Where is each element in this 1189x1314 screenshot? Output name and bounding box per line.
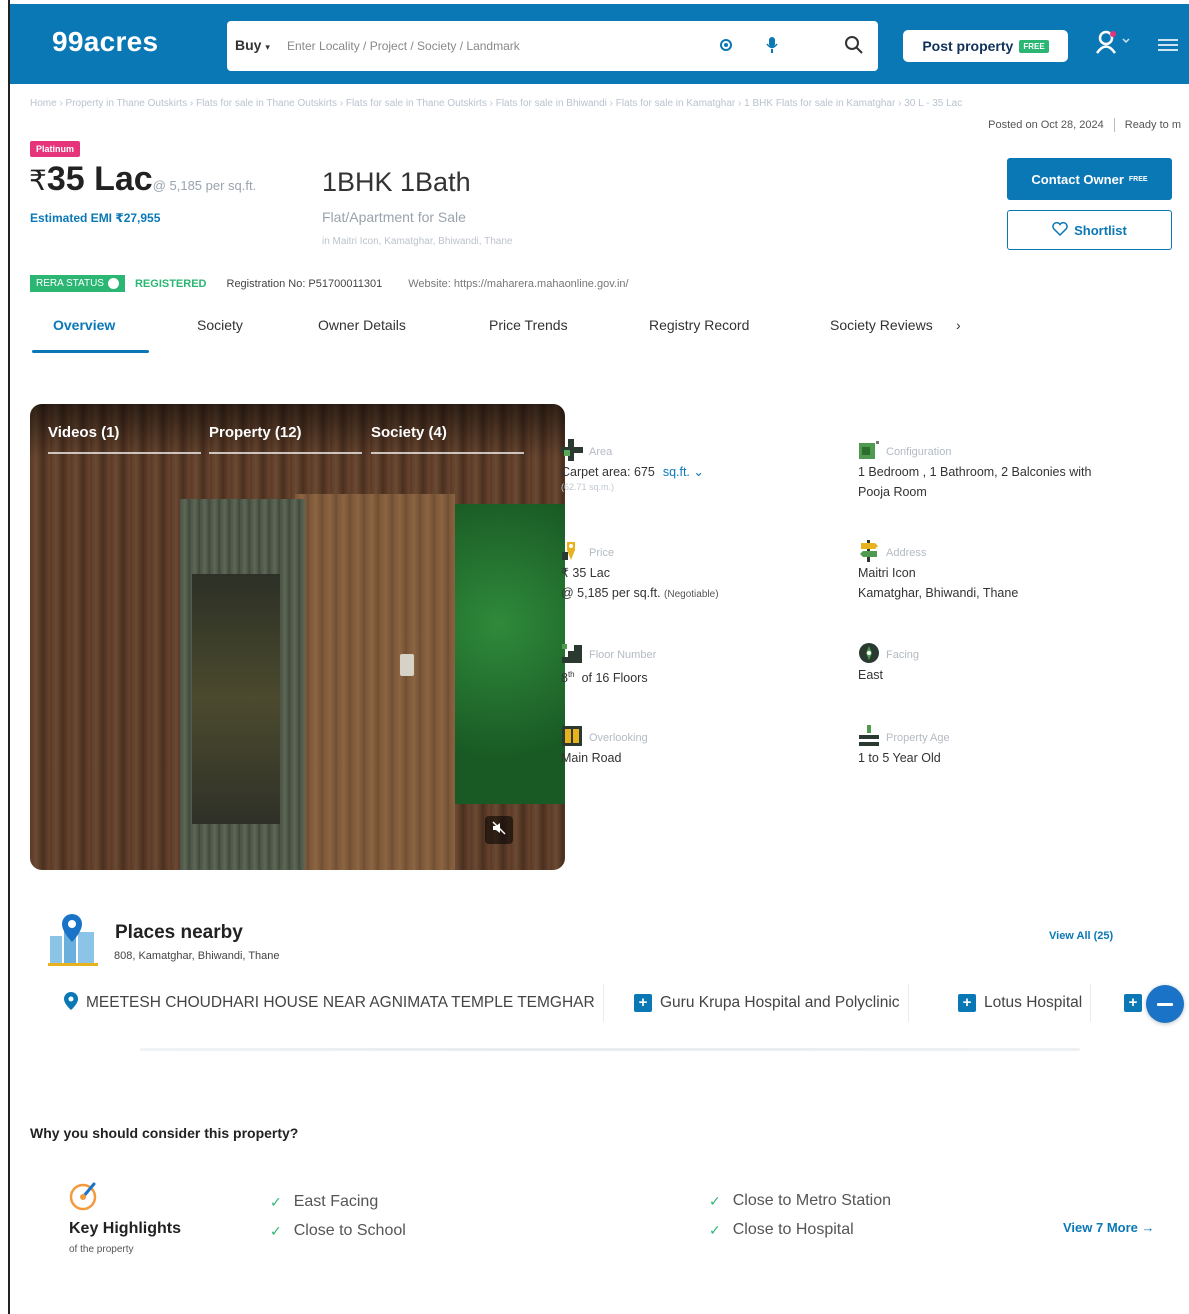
tab-overview[interactable]: Overview	[53, 317, 115, 333]
key-highlights-icon	[68, 1180, 100, 1217]
view-more-highlights-link[interactable]: View 7 More →	[1063, 1220, 1155, 1235]
property-type: Flat/Apartment for Sale	[322, 209, 466, 225]
registration-number: Registration No: P51700011301	[226, 277, 383, 290]
chevron-down-icon: ⌄	[693, 465, 704, 479]
microphone-icon[interactable]	[761, 34, 783, 56]
hospital-plus-icon: +	[634, 994, 652, 1012]
search-bar: Buy ▾	[227, 21, 878, 71]
post-property-button[interactable]: Post property FREE	[903, 30, 1068, 62]
speaker-muted-icon	[492, 820, 506, 840]
hamburger-menu-icon[interactable]	[1158, 37, 1178, 58]
posted-info: Posted on Oct 28, 2024 Ready to m	[988, 118, 1181, 132]
places-nearby-title: Places nearby	[115, 922, 243, 943]
places-nearby-icon	[48, 914, 98, 971]
rera-badge: RERA STATUS	[30, 275, 125, 292]
tab-price-trends[interactable]: Price Trends	[489, 317, 568, 333]
detail-facing: Facing East	[858, 642, 1158, 685]
minus-icon	[1157, 1002, 1173, 1006]
search-input[interactable]	[287, 33, 707, 59]
price: ₹35 Lac@ 5,185 per sq.ft.	[29, 160, 257, 198]
property-title: 1BHK 1Bath	[322, 167, 471, 197]
detail-address: Address Maitri Icon Kamatghar, Bhiwandi,…	[858, 539, 1158, 603]
nearby-place-chip[interactable]: + Lotus Hospital	[958, 984, 1092, 1022]
section-tabs: Overview Society Owner Details Price Tre…	[30, 311, 970, 355]
media-tabs: Videos (1) Property (12) Society (4)	[30, 404, 565, 459]
etched-glass-panel	[192, 574, 280, 824]
horizontal-scrollbar[interactable]	[140, 1048, 1080, 1051]
detail-overlooking: Overlooking Main Road	[561, 725, 861, 768]
media-tab-property[interactable]: Property (12)	[209, 424, 302, 441]
buy-dropdown[interactable]: Buy ▾	[235, 37, 270, 53]
tab-society[interactable]: Society	[197, 317, 243, 333]
property-location: in Maitri Icon, Kamatghar, Bhiwandi, Tha…	[322, 236, 513, 247]
contact-owner-button[interactable]: Contact Owner FREE	[1007, 158, 1172, 200]
rera-row: RERA STATUS REGISTERED Registration No: …	[30, 275, 629, 292]
search-icon[interactable]	[843, 34, 865, 56]
nearby-place-chip[interactable]: MEETESH CHOUDHARI HOUSE NEAR AGNIMATA TE…	[64, 984, 604, 1022]
media-tab-society[interactable]: Society (4)	[371, 424, 447, 441]
platinum-badge: Platinum	[30, 141, 81, 157]
checkmark-icon: ✓	[270, 1193, 282, 1210]
tab-owner-details[interactable]: Owner Details	[318, 317, 406, 333]
media-tab-videos[interactable]: Videos (1)	[48, 424, 119, 441]
wood-panel	[295, 494, 455, 870]
media-gallery[interactable]: Videos (1) Property (12) Society (4)	[30, 404, 565, 870]
tab-society-reviews[interactable]: Society Reviews	[830, 317, 933, 333]
detail-area: Area Carpet area: 675 sq.ft. ⌄ (62.71 sq.…	[561, 438, 861, 492]
detail-configuration: Configuration 1 Bedroom , 1 Bathroom, 2 …	[858, 440, 1158, 502]
location-pin-icon	[64, 991, 78, 1015]
green-wall	[455, 504, 565, 804]
places-nearby-address: 808, Kamatghar, Bhiwandi, Thane	[114, 950, 280, 962]
breadcrumb[interactable]: Home › Property in Thane Outskirts › Fla…	[30, 98, 1040, 109]
estimated-emi-link[interactable]: Estimated EMI ₹27,955	[30, 211, 160, 225]
highlight-item: ✓ Close to School	[270, 1222, 406, 1239]
chevron-right-icon[interactable]: ›	[956, 317, 961, 333]
detail-floor: Floor Number 8th of 16 Floors	[561, 643, 861, 688]
checkmark-icon: ✓	[709, 1221, 721, 1238]
chevron-down-icon: ▾	[265, 42, 270, 52]
top-header: 99acres Buy ▾ Post property FREE	[10, 4, 1189, 84]
tab-registry-record[interactable]: Registry Record	[649, 317, 749, 333]
key-highlights-subtitle: of the property	[69, 1244, 134, 1255]
detail-price: Price ₹ 35 Lac @ 5,185 per sq.ft. (Negot…	[561, 541, 861, 605]
page-left-border	[8, 0, 10, 1314]
nearby-place-chip[interactable]: + Guru Krupa Hospital and Polyclinic	[634, 984, 909, 1022]
highlight-item: ✓ Close to Metro Station	[709, 1192, 892, 1209]
toggle-icon	[107, 278, 119, 289]
rera-status: REGISTERED	[134, 277, 207, 290]
media-tab-underline	[209, 452, 362, 454]
highlight-item: ✓ East Facing	[270, 1193, 379, 1210]
wall-switch	[400, 654, 414, 676]
hospital-plus-icon: +	[958, 994, 976, 1012]
unit-dropdown[interactable]: sq.ft. ⌄	[663, 465, 704, 479]
why-consider-title: Why you should consider this property?	[30, 1125, 299, 1141]
rera-website-link[interactable]: Website: https://maharera.mahaonline.gov…	[408, 278, 628, 290]
nearby-places-list: MEETESH CHOUDHARI HOUSE NEAR AGNIMATA TE…	[52, 984, 1152, 1024]
free-tag: FREE	[1019, 39, 1049, 53]
location-target-icon[interactable]	[715, 34, 737, 56]
site-logo[interactable]: 99acres	[52, 26, 158, 58]
user-account-icon[interactable]	[1095, 30, 1135, 59]
collapse-button[interactable]	[1146, 985, 1184, 1023]
view-all-places-link[interactable]: View All (25)	[1049, 930, 1113, 942]
hospital-plus-icon: +	[1124, 994, 1142, 1012]
heart-icon	[1052, 221, 1068, 239]
detail-property-age: Property Age 1 to 5 Year Old	[858, 724, 1158, 768]
key-highlights-title: Key Highlights	[69, 1220, 182, 1237]
media-tab-underline	[371, 452, 524, 454]
highlight-item: ✓ Close to Hospital	[709, 1221, 854, 1238]
shortlist-button[interactable]: Shortlist	[1007, 210, 1172, 250]
media-tab-underline	[48, 452, 201, 454]
mute-toggle[interactable]	[485, 816, 513, 844]
active-tab-indicator	[32, 350, 149, 353]
checkmark-icon: ✓	[709, 1192, 721, 1209]
checkmark-icon: ✓	[270, 1222, 282, 1239]
